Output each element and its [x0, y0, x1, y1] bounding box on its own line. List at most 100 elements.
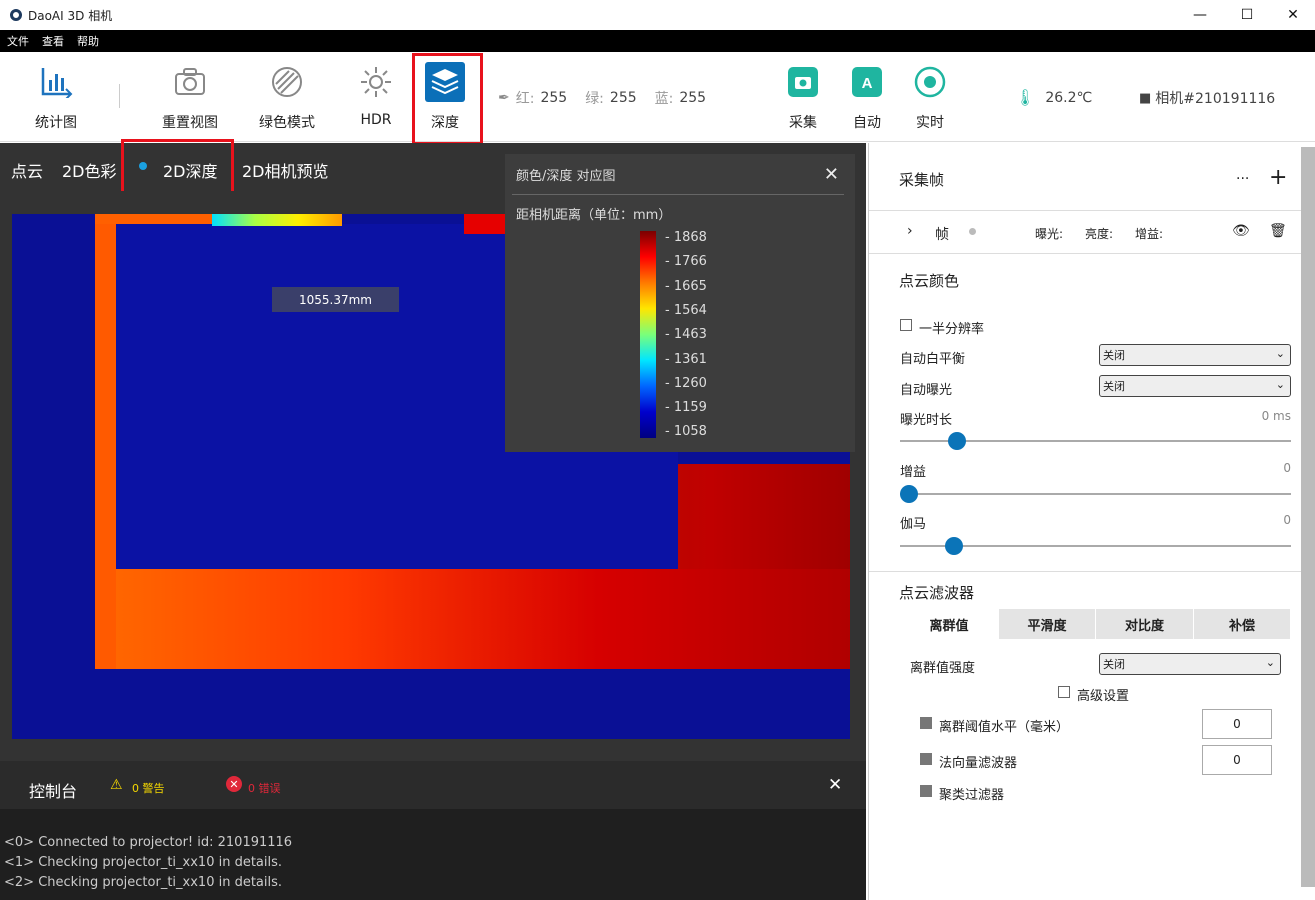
cluster-filter-checkbox[interactable] [920, 785, 932, 797]
depth-region-top-fragment [212, 214, 342, 226]
console-line: <0> Connected to projector! id: 21019111… [4, 835, 293, 850]
reset-view-button[interactable]: 重置视图 [150, 60, 230, 132]
highlight-depth [412, 53, 483, 145]
error-count[interactable]: 0 错误 [248, 780, 281, 796]
color-depth-legend: 颜色/深度 对应图 ✕ 距相机距离（单位：mm） - 1868 - 1766 - 1… [505, 154, 855, 452]
toolbar-divider [119, 84, 120, 108]
outlier-strength-select[interactable]: 关闭 ⌄ [1099, 653, 1281, 675]
hdr-button[interactable]: HDR [336, 60, 416, 128]
chevron-down-icon: ⌄ [1275, 347, 1285, 360]
half-res-checkbox[interactable] [900, 319, 912, 331]
exposure-slider-knob[interactable] [948, 432, 967, 450]
camera-id-readout: ■ 相机#210191116 [1139, 88, 1275, 108]
gamma-slider[interactable] [900, 537, 1291, 555]
tab-2d-color[interactable]: 2D色彩 [62, 158, 117, 182]
normal-filter-input[interactable]: 0 [1202, 745, 1272, 775]
color-section-title: 点云颜色 [899, 272, 960, 290]
green-value: 255 [609, 90, 637, 106]
frame-status-dot [969, 228, 976, 235]
divider [869, 210, 1315, 211]
console-line: <2> Checking projector_ti_xx10 in detail… [4, 875, 283, 890]
sun-icon [359, 60, 393, 104]
warning-count[interactable]: 0 警告 [132, 780, 165, 796]
legend-tick-label: - 1564 [665, 302, 707, 318]
menu-file[interactable]: 文件 [7, 33, 29, 49]
normal-filter-checkbox[interactable] [920, 753, 932, 765]
exposure-slider[interactable] [900, 432, 1291, 450]
frame-exposure: 曝光: [1035, 227, 1064, 241]
awb-select[interactable]: 关闭 ⌄ [1099, 344, 1291, 366]
gamma-label: 伽马 [900, 517, 927, 532]
close-button[interactable]: ✕ [1270, 0, 1315, 30]
gamma-slider-knob[interactable] [944, 537, 963, 555]
red-label: 红: [515, 91, 535, 107]
highlight-2d-depth [121, 139, 234, 195]
realtime-button[interactable]: 实时 [890, 60, 970, 132]
advanced-checkbox[interactable] [1058, 686, 1070, 698]
panel-scrollbar[interactable] [1301, 147, 1315, 887]
console-header: 控制台 ⚠ 0 警告 ✕ 0 错误 ✕ [0, 761, 866, 809]
normal-filter-label: 法向量滤波器 [939, 756, 1018, 771]
outlier-threshold-input[interactable]: 0 [1202, 709, 1272, 739]
legend-tick-label: - 1159 [665, 400, 707, 416]
reset-view-label: 重置视图 [162, 115, 218, 131]
legend-tick-label: - 1868 [665, 230, 707, 245]
green-mode-button[interactable]: 绿色模式 [247, 60, 327, 132]
gain-value: 0 [1283, 461, 1291, 475]
ae-select[interactable]: 关闭 ⌄ [1099, 375, 1291, 397]
divider [869, 253, 1315, 254]
more-options-icon[interactable]: ··· [1236, 171, 1249, 187]
hdr-label: HDR [360, 112, 392, 128]
legend-unit-label: 距相机距离（单位：mm） [516, 208, 672, 223]
console-close-icon[interactable]: ✕ [828, 775, 842, 795]
temperature-readout: 🌡 26.2℃ [1015, 88, 1092, 107]
console-log: <0> Connected to projector! id: 21019111… [0, 809, 866, 900]
cluster-filter-label: 聚类过滤器 [939, 788, 1005, 803]
chevron-down-icon: ⌄ [1275, 378, 1285, 391]
legend-tick-label: - 1766 [665, 254, 707, 270]
minimize-button[interactable]: — [1177, 0, 1223, 30]
legend-title: 颜色/深度 对应图 [516, 169, 616, 184]
green-mode-label: 绿色模式 [259, 115, 315, 131]
camera-id: 相机#210191116 [1155, 91, 1276, 107]
legend-tick-label: - 1058 [665, 424, 707, 440]
depth-region-bottom-edge [95, 569, 850, 669]
outlier-strength-value: 关闭 [1103, 658, 1125, 671]
maximize-button[interactable]: ☐ [1224, 0, 1270, 30]
filter-tab-compensation[interactable]: 补偿 [1194, 609, 1290, 639]
add-frame-icon[interactable]: + [1269, 165, 1287, 190]
exposure-label: 曝光时长 [900, 413, 953, 428]
menu-view[interactable]: 查看 [42, 33, 64, 49]
gain-label: 增益 [900, 465, 927, 480]
red-value: 255 [540, 90, 568, 106]
auto-a-icon: A [852, 60, 882, 104]
expand-chevron-icon[interactable]: › [907, 223, 913, 239]
depth-region-top-edge [95, 214, 215, 224]
filter-tab-contrast[interactable]: 对比度 [1096, 609, 1193, 639]
legend-close-icon[interactable]: ✕ [824, 164, 839, 185]
legend-tick-label: - 1260 [665, 375, 707, 391]
outlier-threshold-checkbox[interactable] [920, 717, 932, 729]
tab-point-cloud[interactable]: 点云 [11, 158, 43, 182]
eyedropper-icon[interactable]: ✒ [498, 90, 510, 106]
camera-reset-icon [173, 60, 207, 104]
menu-help[interactable]: 帮助 [77, 33, 99, 49]
filter-tab-outlier[interactable]: 离群值 [900, 609, 998, 639]
blue-value: 255 [679, 90, 707, 106]
awb-value: 关闭 [1103, 349, 1125, 362]
menu-bar: 文件 查看 帮助 [0, 30, 1315, 52]
temperature-value: 26.2℃ [1045, 89, 1093, 106]
legend-tick-label: - 1665 [665, 278, 707, 294]
gain-slider[interactable] [900, 485, 1291, 503]
depth-region-left-edge [95, 214, 116, 684]
eye-icon[interactable]: 👁 [1232, 223, 1250, 239]
trash-icon[interactable]: 🗑 [1269, 223, 1287, 239]
legend-tick-label: - 1463 [665, 327, 707, 343]
title-bar: DaoAI 3D 相机 — ☐ ✕ [0, 0, 1315, 30]
auto-label: 自动 [853, 115, 881, 131]
filter-tab-smoothness[interactable]: 平滑度 [999, 609, 1095, 639]
gain-slider-knob[interactable] [900, 485, 918, 503]
console-line: <1> Checking projector_ti_xx10 in detail… [4, 855, 283, 870]
stats-button[interactable]: 统计图 [16, 60, 96, 132]
tab-2d-camera-preview[interactable]: 2D相机预览 [242, 158, 329, 182]
